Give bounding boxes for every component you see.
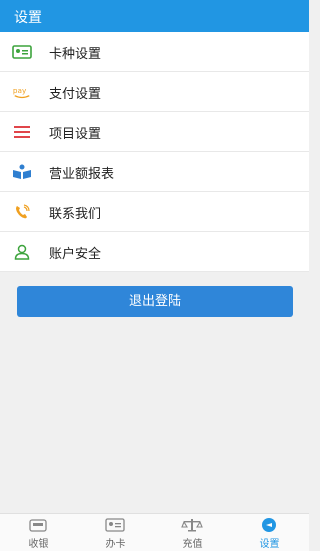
tab-label: 收银 <box>28 539 49 550</box>
menu-item-label: 营业额报表 <box>49 167 115 182</box>
settings-icon <box>262 518 276 532</box>
user-icon <box>12 243 32 261</box>
tab-label: 办卡 <box>105 539 126 550</box>
menu-item-label: 卡种设置 <box>49 47 102 62</box>
menu-item-label: 联系我们 <box>49 207 102 222</box>
tab-label: 设置 <box>259 539 280 550</box>
menu-item-contact-us[interactable]: 联系我们 <box>0 192 309 232</box>
card-icon <box>12 43 32 61</box>
scale-icon <box>181 519 203 532</box>
tab-label: 充值 <box>182 539 203 550</box>
card-icon <box>105 518 125 532</box>
tab-cashier[interactable]: 收银 <box>0 514 77 551</box>
logout-button[interactable]: 退出登陆 <box>17 286 293 317</box>
menu-item-card-settings[interactable]: 卡种设置 <box>0 32 309 72</box>
tab-recharge[interactable]: 充值 <box>154 514 231 551</box>
app-header: 设置 <box>0 0 309 32</box>
menu-item-label: 支付设置 <box>49 87 102 102</box>
tab-settings[interactable]: 设置 <box>231 514 308 551</box>
report-icon <box>12 163 32 181</box>
phone-icon <box>12 203 32 221</box>
svg-text:pay: pay <box>13 86 27 95</box>
menu-item-project-settings[interactable]: 项目设置 <box>0 112 309 152</box>
settings-menu: 卡种设置 pay 支付设置 项目设置 营业额报表 联系我们 账户安全 <box>0 32 309 272</box>
bottom-nav: 收银 办卡 充值 设置 <box>0 513 309 551</box>
menu-item-payment-settings[interactable]: pay 支付设置 <box>0 72 309 112</box>
menu-item-account-security[interactable]: 账户安全 <box>0 232 309 272</box>
cashier-icon <box>29 519 47 532</box>
pay-icon: pay <box>12 83 32 101</box>
menu-item-revenue-report[interactable]: 营业额报表 <box>0 152 309 192</box>
page-title: 设置 <box>14 10 42 26</box>
tab-card[interactable]: 办卡 <box>77 514 154 551</box>
list-icon <box>12 123 32 141</box>
menu-item-label: 项目设置 <box>49 127 102 142</box>
menu-item-label: 账户安全 <box>49 247 102 262</box>
